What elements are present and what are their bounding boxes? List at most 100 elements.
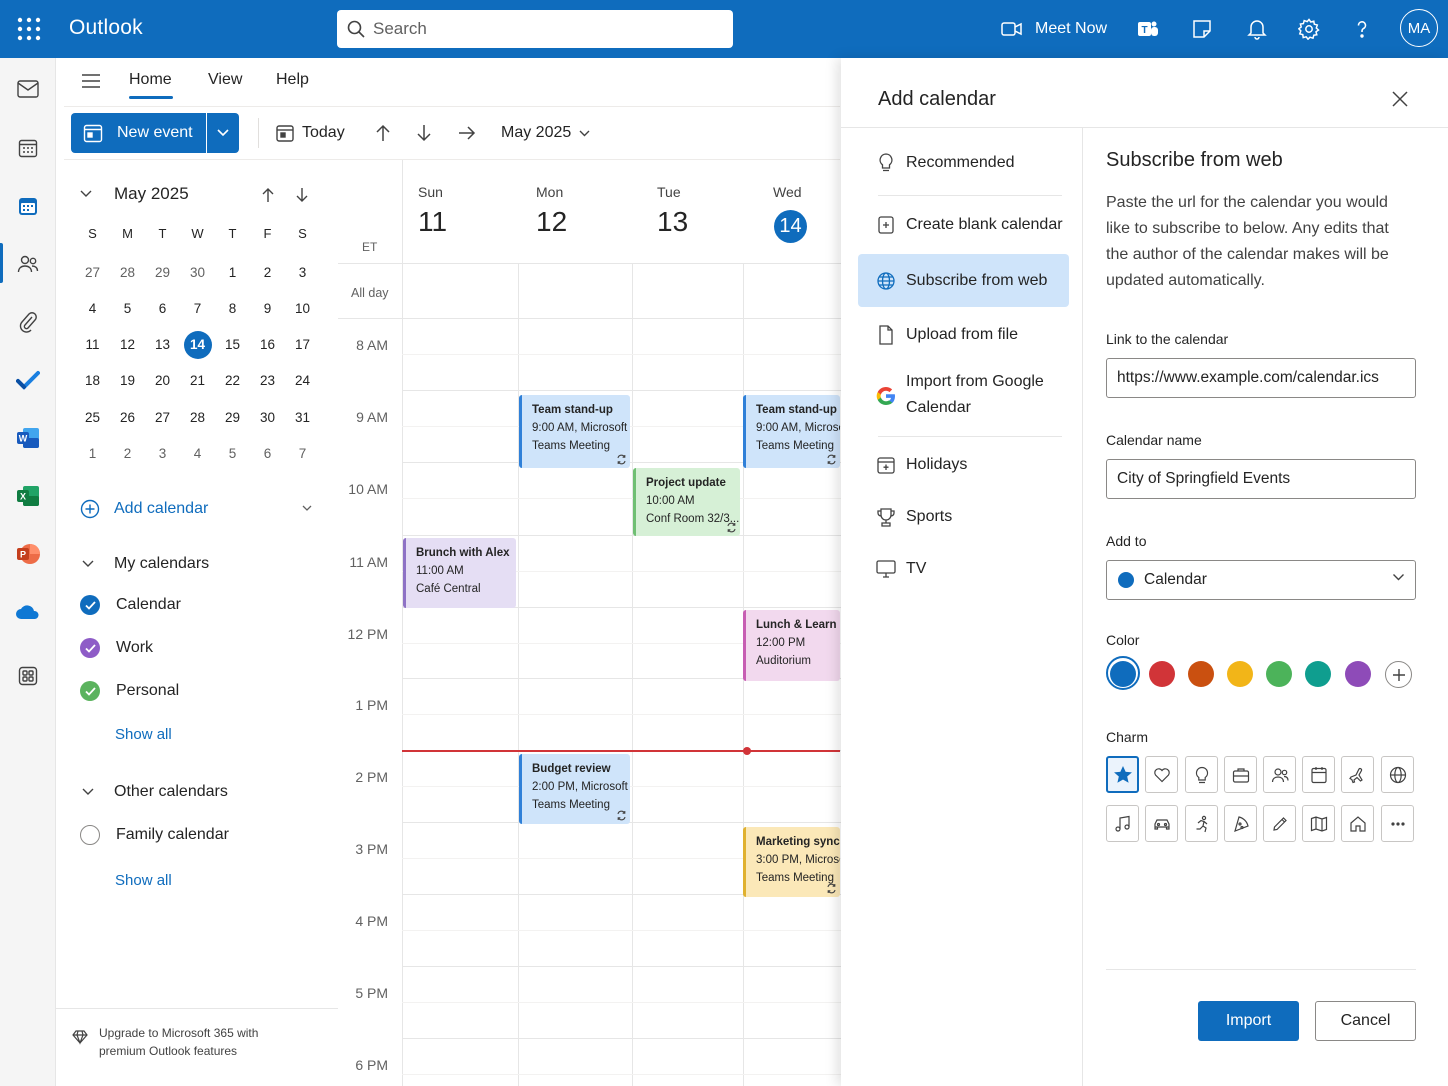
- event-marketing-sync[interactable]: Marketing sync3:00 PM, MicrosoftTeams Me…: [743, 827, 840, 897]
- charm-pencil[interactable]: [1263, 805, 1296, 842]
- avatar[interactable]: MA: [1400, 9, 1438, 47]
- mini-next-icon[interactable]: [291, 184, 313, 206]
- mini-day[interactable]: 30: [180, 254, 215, 290]
- calendar-item-work[interactable]: Work: [80, 636, 153, 660]
- people-icon[interactable]: [14, 250, 42, 278]
- charm-home[interactable]: [1341, 805, 1374, 842]
- charm-more[interactable]: [1381, 805, 1414, 842]
- event-brunch-with-alex[interactable]: Brunch with Alex 11:00 AM Café Central: [403, 538, 516, 608]
- mini-day[interactable]: 27: [75, 254, 110, 290]
- charm-briefcase[interactable]: [1224, 756, 1257, 793]
- mini-day[interactable]: 19: [110, 363, 145, 399]
- gear-icon[interactable]: [1295, 15, 1323, 43]
- teams-icon[interactable]: T: [1134, 15, 1162, 43]
- mini-day[interactable]: 28: [110, 254, 145, 290]
- mini-day[interactable]: 2: [250, 254, 285, 290]
- event-budget-review[interactable]: Budget review 2:00 PM, Microsoft Teams Mee…: [519, 754, 630, 824]
- today-day-number[interactable]: 14: [774, 210, 807, 243]
- mini-calendar-title[interactable]: May 2025: [114, 184, 189, 204]
- mini-day[interactable]: 15: [215, 327, 250, 363]
- todo-icon[interactable]: [14, 366, 42, 394]
- charm-airplane[interactable]: [1341, 756, 1374, 793]
- event-team-standup-wed[interactable]: Team stand-up 9:00 AM, Microsoft Teams Mee…: [743, 395, 840, 468]
- event-team-standup-mon[interactable]: Team stand-up 9:00 AM, Microsoft Teams Mee…: [519, 395, 630, 468]
- event-lunch-and-learn[interactable]: Lunch & Learn 12:00 PM Auditorium: [743, 610, 840, 681]
- mini-day[interactable]: 7: [285, 435, 320, 471]
- mini-day[interactable]: 23: [250, 363, 285, 399]
- event-project-update[interactable]: Project update 10:00 AM Conf Room 32/3...: [633, 468, 740, 536]
- word-icon[interactable]: W: [14, 424, 42, 452]
- mini-day[interactable]: 24: [285, 363, 320, 399]
- day-header-mon[interactable]: Mon 12: [536, 184, 567, 238]
- nav-upload-from-file[interactable]: Upload from file: [858, 322, 1069, 350]
- charm-calendar[interactable]: [1302, 756, 1335, 793]
- cancel-button[interactable]: Cancel: [1315, 1001, 1416, 1041]
- charm-lightbulb[interactable]: [1185, 756, 1218, 793]
- calendar-link-input[interactable]: [1106, 358, 1416, 398]
- nav-subscribe-from-web[interactable]: Subscribe from web: [858, 254, 1069, 307]
- mini-day[interactable]: 21: [180, 363, 215, 399]
- meet-now-button[interactable]: Meet Now: [1001, 16, 1107, 42]
- show-all-other-calendars-link[interactable]: Show all: [115, 872, 172, 889]
- mini-day[interactable]: 28: [180, 399, 215, 435]
- hamburger-icon[interactable]: [80, 70, 102, 92]
- mini-day[interactable]: 9: [250, 290, 285, 326]
- mini-day[interactable]: 13: [145, 327, 180, 363]
- waffle-icon[interactable]: [14, 14, 44, 44]
- powerpoint-icon[interactable]: P: [14, 540, 42, 568]
- next-arrow-icon[interactable]: [413, 122, 435, 144]
- mini-day[interactable]: 31: [285, 399, 320, 435]
- mini-day[interactable]: 3: [145, 435, 180, 471]
- today-button[interactable]: Today: [276, 121, 345, 145]
- calendar-icon[interactable]: [14, 192, 42, 220]
- mini-day[interactable]: 27: [145, 399, 180, 435]
- search-input[interactable]: [373, 10, 713, 48]
- charm-pizza[interactable]: [1224, 805, 1257, 842]
- show-all-my-calendars-link[interactable]: Show all: [115, 726, 172, 743]
- onedrive-icon[interactable]: [14, 598, 42, 626]
- mini-day[interactable]: 30: [250, 399, 285, 435]
- charm-globe[interactable]: [1381, 756, 1414, 793]
- close-icon[interactable]: [1388, 87, 1412, 111]
- help-icon[interactable]: [1348, 15, 1376, 43]
- previous-arrow-icon[interactable]: [372, 122, 394, 144]
- nav-import-from-google[interactable]: Import from Google Calendar: [858, 369, 1069, 423]
- chevron-down-icon[interactable]: [301, 504, 315, 516]
- mail-icon[interactable]: [14, 75, 42, 103]
- mini-day[interactable]: 5: [215, 435, 250, 471]
- nav-recommended[interactable]: Recommended: [858, 150, 1069, 178]
- calendar-grid-icon[interactable]: [14, 134, 42, 162]
- charm-heart[interactable]: [1145, 756, 1178, 793]
- excel-icon[interactable]: X: [14, 482, 42, 510]
- tab-help[interactable]: Help: [276, 71, 309, 89]
- nav-holidays[interactable]: Holidays: [858, 452, 1069, 480]
- calendar-item-family[interactable]: Family calendar: [80, 823, 229, 847]
- color-swatch[interactable]: [1227, 661, 1253, 687]
- mini-day[interactable]: 7: [180, 290, 215, 326]
- color-swatch[interactable]: [1149, 661, 1175, 687]
- day-header-sun[interactable]: Sun 11: [418, 184, 447, 238]
- mini-day[interactable]: 1: [75, 435, 110, 471]
- calendar-name-input[interactable]: [1106, 459, 1416, 499]
- app-name[interactable]: Outlook: [69, 16, 143, 40]
- add-to-select[interactable]: Calendar: [1106, 560, 1416, 600]
- mini-day[interactable]: 25: [75, 399, 110, 435]
- mini-day[interactable]: 4: [180, 435, 215, 471]
- new-event-dropdown[interactable]: [207, 113, 239, 153]
- mini-day-today[interactable]: 14: [180, 327, 215, 363]
- mini-day[interactable]: 4: [75, 290, 110, 326]
- bell-icon[interactable]: [1243, 15, 1271, 43]
- mini-day[interactable]: 10: [285, 290, 320, 326]
- mini-day[interactable]: 11: [75, 327, 110, 363]
- mini-day[interactable]: 17: [285, 327, 320, 363]
- my-calendars-header[interactable]: My calendars: [80, 552, 209, 576]
- mini-day[interactable]: 20: [145, 363, 180, 399]
- attachment-icon[interactable]: [14, 308, 42, 336]
- new-event-button[interactable]: New event: [71, 113, 206, 153]
- mini-day[interactable]: 26: [110, 399, 145, 435]
- mini-day[interactable]: 22: [215, 363, 250, 399]
- color-swatch[interactable]: [1188, 661, 1214, 687]
- mini-day[interactable]: 6: [250, 435, 285, 471]
- charm-music-note[interactable]: [1106, 805, 1139, 842]
- mini-prev-icon[interactable]: [257, 184, 279, 206]
